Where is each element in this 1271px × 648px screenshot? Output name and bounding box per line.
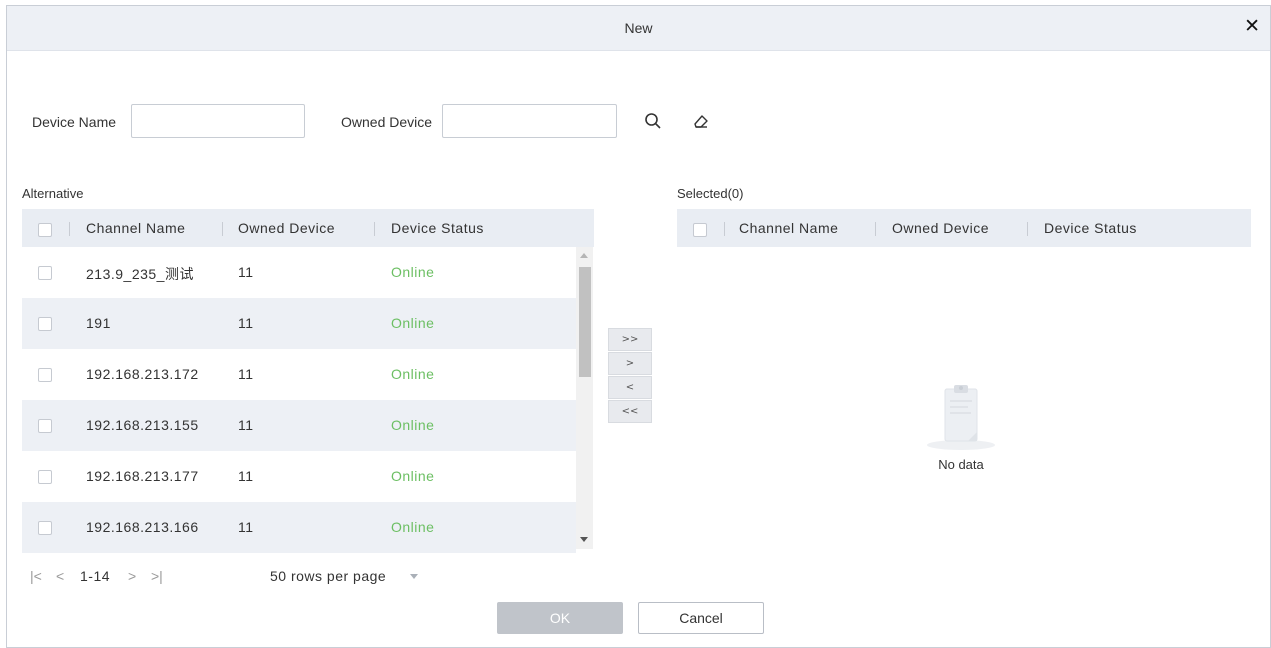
move-left-button[interactable]: < <box>608 376 652 399</box>
cancel-button[interactable]: Cancel <box>638 602 764 634</box>
move-all-right-button[interactable]: >> <box>608 328 652 351</box>
owned-device-cell: 11 <box>238 315 254 331</box>
device-status-cell: Online <box>391 417 435 433</box>
move-all-left-button[interactable]: << <box>608 400 652 423</box>
channel-name-cell: 192.168.213.177 <box>86 468 199 484</box>
column-header-device-status[interactable]: Device Status <box>391 220 484 236</box>
table-row[interactable]: 192.168.213.166 11 Online <box>22 502 576 553</box>
column-separator <box>875 222 876 236</box>
row-checkbox[interactable] <box>38 266 52 280</box>
scroll-down-arrow-icon[interactable] <box>580 537 588 542</box>
device-status-cell: Online <box>391 468 435 484</box>
channel-name-cell: 213.9_235_测试 <box>86 266 194 282</box>
column-separator <box>69 222 70 236</box>
table-row[interactable]: 191 11 Online <box>22 298 576 349</box>
move-right-button[interactable]: > <box>608 352 652 375</box>
column-header-channel-name[interactable]: Channel Name <box>86 220 185 236</box>
row-checkbox[interactable] <box>38 317 52 331</box>
device-status-cell: Online <box>391 366 435 382</box>
owned-device-cell: 11 <box>238 468 254 484</box>
alternative-table: Channel Name Owned Device Device Status … <box>22 209 594 553</box>
channel-name-cell: 192.168.213.155 <box>86 417 199 433</box>
dialog-titlebar: New ✕ <box>7 6 1270 51</box>
select-all-checkbox[interactable] <box>693 223 707 237</box>
table-row[interactable]: 192.168.213.172 11 Online <box>22 349 576 400</box>
next-page-button[interactable]: > <box>128 568 136 584</box>
empty-state-text: No data <box>938 457 984 472</box>
owned-device-cell: 11 <box>238 417 254 433</box>
selected-table: Channel Name Owned Device Device Status <box>677 209 1251 247</box>
ok-button[interactable]: OK <box>497 602 623 634</box>
row-checkbox[interactable] <box>38 419 52 433</box>
first-page-button[interactable]: |< <box>30 568 42 584</box>
row-checkbox[interactable] <box>38 368 52 382</box>
select-all-checkbox[interactable] <box>38 223 52 237</box>
transfer-buttons: >> > < << <box>608 328 652 424</box>
alternative-table-header: Channel Name Owned Device Device Status <box>22 209 594 247</box>
prev-page-button[interactable]: < <box>56 568 64 584</box>
column-separator <box>724 222 725 236</box>
selected-title: Selected(0) <box>677 186 744 201</box>
column-header-owned-device[interactable]: Owned Device <box>892 220 989 236</box>
column-separator <box>374 222 375 236</box>
scroll-up-arrow-icon[interactable] <box>580 253 588 258</box>
table-row[interactable]: 213.9_235_测试 11 Online <box>22 247 576 298</box>
rows-per-page-select[interactable]: 50 rows per page <box>270 568 386 584</box>
column-separator <box>222 222 223 236</box>
scrollbar-thumb[interactable] <box>579 267 591 377</box>
channel-name-cell: 191 <box>86 315 111 331</box>
clear-button[interactable] <box>684 104 718 138</box>
search-bar: Device Name Owned Device <box>0 104 1271 138</box>
alternative-title: Alternative <box>22 186 84 201</box>
chevron-down-icon[interactable] <box>410 574 418 579</box>
alternative-table-body: 213.9_235_测试 11 Online 191 11 Online 192… <box>22 247 576 553</box>
page-range: 1-14 <box>80 568 111 584</box>
empty-state: No data <box>916 383 1006 472</box>
owned-device-label: Owned Device <box>341 114 433 130</box>
owned-device-cell: 11 <box>238 264 254 280</box>
device-name-label: Device Name <box>32 114 117 130</box>
vertical-scrollbar[interactable] <box>576 247 593 549</box>
last-page-button[interactable]: >| <box>151 568 163 584</box>
search-icon <box>645 113 661 129</box>
owned-device-cell: 11 <box>238 366 254 382</box>
column-header-channel-name[interactable]: Channel Name <box>739 220 838 236</box>
device-status-cell: Online <box>391 315 435 331</box>
row-checkbox[interactable] <box>38 521 52 535</box>
search-button[interactable] <box>636 104 670 138</box>
column-header-owned-device[interactable]: Owned Device <box>238 220 335 236</box>
channel-name-cell: 192.168.213.172 <box>86 366 199 382</box>
close-icon[interactable]: ✕ <box>1244 17 1260 37</box>
owned-device-cell: 11 <box>238 519 254 535</box>
column-separator <box>1027 222 1028 236</box>
table-row[interactable]: 192.168.213.155 11 Online <box>22 400 576 451</box>
owned-device-input[interactable] <box>442 104 617 138</box>
selected-table-header: Channel Name Owned Device Device Status <box>677 209 1251 247</box>
row-checkbox[interactable] <box>38 470 52 484</box>
clipboard-icon <box>927 385 995 450</box>
channel-name-cell: 192.168.213.166 <box>86 519 199 535</box>
device-name-input[interactable] <box>131 104 305 138</box>
dialog-title: New <box>624 20 653 36</box>
device-status-cell: Online <box>391 519 435 535</box>
eraser-icon <box>694 115 708 128</box>
column-header-device-status[interactable]: Device Status <box>1044 220 1137 236</box>
table-row[interactable]: 192.168.213.177 11 Online <box>22 451 576 502</box>
device-status-cell: Online <box>391 264 435 280</box>
